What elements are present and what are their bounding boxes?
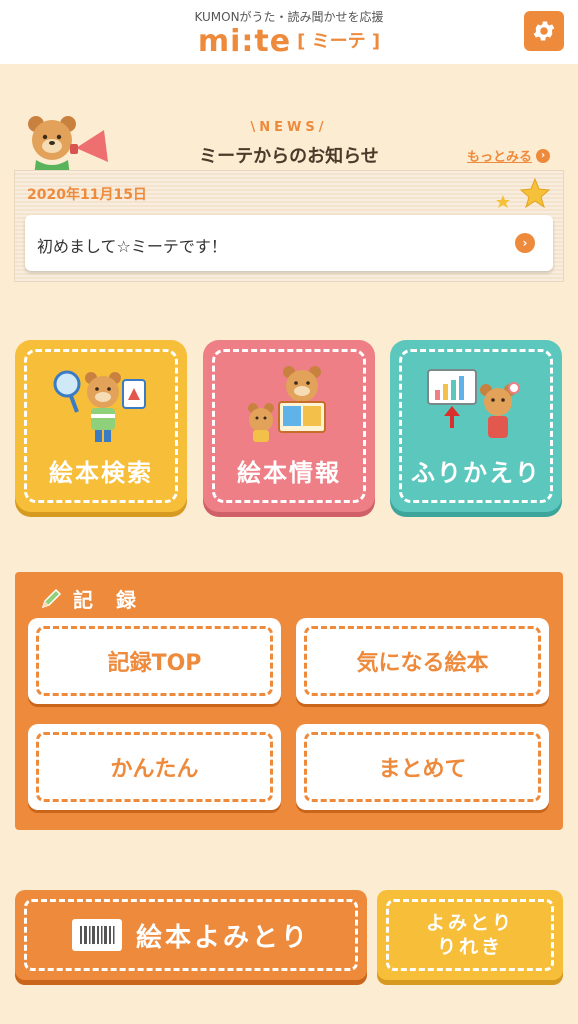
- button-label: かんたん: [110, 757, 199, 782]
- chevron-right-icon: ›: [536, 148, 550, 163]
- bear-chart-icon: [427, 369, 520, 438]
- book-info-tile[interactable]: 絵本情報: [203, 340, 375, 512]
- tile-label: 絵本情報: [237, 459, 341, 487]
- book-scan-button[interactable]: 絵本よみとり: [15, 890, 367, 980]
- record-section: 記 録 記録TOP 気になる絵本 かんたん まとめて: [15, 572, 563, 830]
- button-label: まとめて: [378, 757, 467, 782]
- tile-label: 絵本検索: [49, 459, 153, 487]
- button-label: 気になる絵本: [356, 651, 489, 676]
- logo-sub: [ ミーテ ]: [297, 31, 381, 52]
- logo-main: mi:te: [197, 24, 292, 59]
- news-tag: \NEWS/: [250, 120, 328, 135]
- more-news-link[interactable]: もっとみる ›: [467, 146, 550, 165]
- barcode-icon: [71, 919, 122, 951]
- news-panel: 2020年11月15日 初めまして☆ミーテです！ ›: [14, 170, 564, 282]
- pencil-icon: [41, 588, 62, 608]
- app-header: KUMONがうた・読み聞かせを応援 mi:te[ ミーテ ]: [0, 0, 578, 64]
- history-label-line1: よみとり: [425, 912, 514, 934]
- stars-icon: [496, 177, 551, 209]
- book-search-tile[interactable]: 絵本検索: [15, 340, 187, 512]
- gear-icon: [533, 21, 555, 41]
- simple-record-button[interactable]: かんたん: [28, 724, 281, 810]
- news-date: 2020年11月15日: [27, 187, 147, 203]
- news-item[interactable]: 初めまして☆ミーテです！ ›: [25, 215, 553, 271]
- header-tagline: KUMONがうた・読み聞かせを応援: [194, 10, 384, 24]
- record-header: 記 録: [39, 584, 144, 613]
- bears-reading-icon: [248, 366, 326, 442]
- scan-history-button[interactable]: よみとり りれき: [377, 890, 563, 980]
- favorite-books-button[interactable]: 気になる絵本: [296, 618, 549, 704]
- bear-magnifier-icon: [53, 370, 146, 442]
- app-logo: mi:te[ ミーテ ]: [0, 24, 578, 59]
- scan-label: 絵本よみとり: [135, 922, 310, 953]
- record-title: 記 録: [73, 588, 144, 612]
- button-label: 記録TOP: [107, 651, 202, 676]
- tile-label: ふりかえり: [411, 459, 541, 487]
- review-tile[interactable]: ふりかえり: [390, 340, 562, 512]
- more-news-label: もっとみる: [466, 150, 532, 165]
- record-top-button[interactable]: 記録TOP: [28, 618, 281, 704]
- settings-button[interactable]: [524, 11, 564, 51]
- history-label-line2: りれき: [436, 936, 503, 958]
- chevron-right-icon: ›: [515, 233, 535, 253]
- news-item-text: 初めまして☆ミーテです！: [37, 237, 227, 256]
- batch-record-button[interactable]: まとめて: [296, 724, 549, 810]
